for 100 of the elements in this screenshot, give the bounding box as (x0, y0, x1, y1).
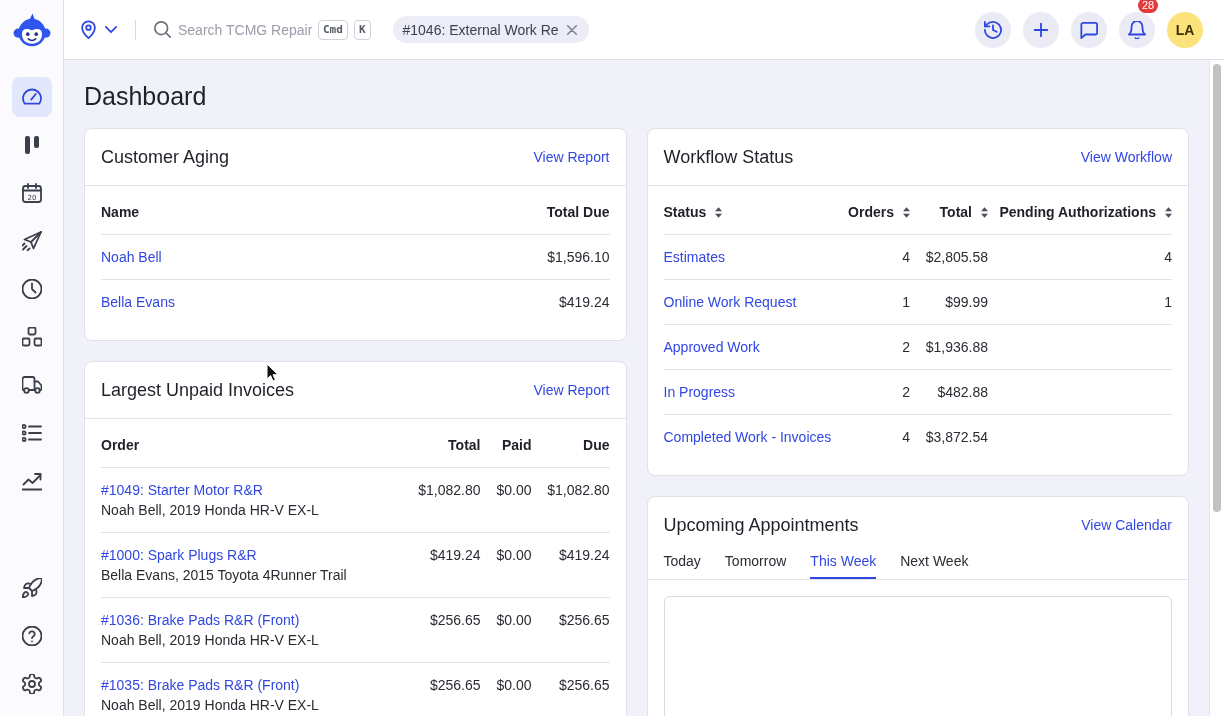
table-cell-text: 1 (1164, 293, 1172, 312)
truck-icon (21, 375, 42, 395)
column-header: Paid (501, 437, 532, 453)
table-cell-text: $0.00 (496, 676, 532, 695)
period-tab[interactable]: Tomorrow (724, 545, 787, 579)
period-tab[interactable]: This Week (810, 545, 877, 579)
table-cell-text: 2 (902, 383, 910, 402)
open-record-tab[interactable]: #1046: External Work Re (392, 16, 589, 43)
column-header: Name (101, 204, 140, 220)
customer-link[interactable]: Noah Bell (101, 247, 162, 267)
sort-icon (981, 206, 988, 218)
help-icon (21, 626, 42, 646)
card-title: Upcoming Appointments (663, 514, 859, 536)
table-cell-text: $0.00 (496, 481, 532, 500)
status-link[interactable]: Online Work Request (663, 292, 797, 312)
table-cell-text: $419.24 (558, 546, 610, 565)
rocket-icon (21, 578, 42, 598)
sort-icon (715, 206, 723, 218)
sort-header[interactable]: Status (663, 204, 723, 220)
column-header: Total (448, 437, 481, 453)
list-icon (21, 423, 42, 443)
scrollbar-thumb[interactable] (1213, 64, 1221, 512)
notification-badge: 28 (1138, 0, 1159, 13)
bell-icon (1128, 20, 1146, 39)
table-cell-text: $1,596.10 (547, 248, 610, 267)
table-cell-text: $256.65 (429, 676, 481, 695)
view-report-link[interactable]: View Report (533, 147, 610, 167)
table-cell-text: $1,082.80 (547, 481, 610, 500)
status-link[interactable]: Estimates (663, 247, 725, 267)
order-detail: Noah Bell, 2019 Honda HR-V EX-L (101, 696, 319, 715)
table-cell-text: $0.00 (496, 546, 532, 565)
keyboard-key: Cmd (318, 19, 348, 40)
status-link[interactable]: In Progress (663, 382, 736, 402)
paper-plane-icon (21, 231, 42, 251)
search-icon (154, 21, 171, 38)
table-cell-text: $419.24 (429, 546, 481, 565)
card-title: Largest Unpaid Invoices (101, 379, 295, 401)
map-pin-icon (81, 20, 96, 39)
shapes-icon (21, 327, 42, 347)
record-tab-title[interactable]: #1046: External Work Re (402, 21, 559, 38)
view-calendar-link[interactable]: View Calendar (1081, 515, 1172, 535)
nav-button[interactable] (11, 77, 52, 117)
customer-link[interactable]: Bella Evans (101, 292, 175, 312)
scrollbar-track[interactable] (1209, 60, 1224, 716)
view-workflow-link[interactable]: View Workflow (1080, 147, 1172, 167)
status-link[interactable]: Approved Work (663, 337, 760, 357)
status-link[interactable]: Completed Work - Invoices (663, 427, 832, 447)
clock-icon (21, 279, 42, 299)
table-cell-text: $0.00 (496, 611, 532, 630)
order-detail: Bella Evans, 2015 Toyota 4Runner Trail (101, 566, 347, 585)
column-header: Order (101, 437, 140, 453)
table-cell-text: 1 (902, 293, 910, 312)
notifications-button[interactable] (1119, 11, 1155, 48)
table-cell-text: 4 (1164, 248, 1172, 267)
sort-header[interactable]: Total (939, 204, 988, 220)
close-icon (566, 24, 577, 35)
close-tab-button[interactable] (566, 24, 577, 35)
table-cell-text: $256.65 (558, 611, 610, 630)
sort-header[interactable]: Orders (848, 204, 910, 220)
order-detail: Noah Bell, 2019 Honda HR-V EX-L (101, 501, 319, 520)
add-button[interactable] (1023, 11, 1059, 48)
table-cell-text: $1,936.88 (925, 338, 988, 357)
order-link[interactable]: #1049: Starter Motor R&R (101, 480, 263, 500)
sort-icon (1165, 206, 1172, 218)
card-title: Workflow Status (663, 146, 794, 168)
table-cell-text: $99.99 (945, 293, 988, 312)
trend-chart-icon (21, 471, 42, 491)
column-header: Total Due (546, 204, 610, 220)
table-cell-text: $419.24 (558, 293, 610, 312)
sort-icon (903, 206, 910, 218)
card-title: Customer Aging (101, 146, 230, 168)
table-cell-text: 2 (902, 338, 910, 357)
table-cell-text: $256.65 (429, 611, 481, 630)
column-header: Due (583, 437, 610, 453)
history-button[interactable] (975, 11, 1011, 48)
table-cell-text: $3,872.54 (925, 428, 988, 447)
table-cell-text: 4 (902, 248, 910, 267)
search-field[interactable]: Search TCMG Repair (178, 19, 312, 40)
history-icon (984, 20, 1002, 39)
table-cell-text: $482.88 (937, 383, 988, 402)
table-cell-text: 4 (902, 428, 910, 447)
table-cell-text: $1,082.80 (418, 481, 481, 500)
settings-icon (21, 674, 42, 694)
messages-button[interactable] (1071, 11, 1107, 48)
order-link[interactable]: #1035: Brake Pads R&R (Front) (101, 675, 300, 695)
period-tab[interactable]: Today (663, 545, 701, 579)
order-link[interactable]: #1000: Spark Plugs R&R (101, 545, 257, 565)
view-report-link[interactable]: View Report (533, 380, 610, 400)
order-link[interactable]: #1036: Brake Pads R&R (Front) (101, 610, 300, 630)
user-avatar[interactable]: LA (1167, 11, 1203, 48)
chevron-down-icon (105, 26, 117, 33)
page-title: Dashboard (84, 81, 208, 112)
sort-header[interactable]: Pending Authorizations (999, 204, 1172, 220)
chat-bubble-icon (1080, 20, 1098, 39)
plus-icon (1032, 20, 1050, 39)
period-tab[interactable]: Next Week (900, 545, 969, 579)
speedometer-icon (21, 87, 42, 107)
table-cell-text: $256.65 (558, 676, 610, 695)
keyboard-key: K (353, 19, 371, 40)
order-detail: Noah Bell, 2019 Honda HR-V EX-L (101, 631, 319, 650)
